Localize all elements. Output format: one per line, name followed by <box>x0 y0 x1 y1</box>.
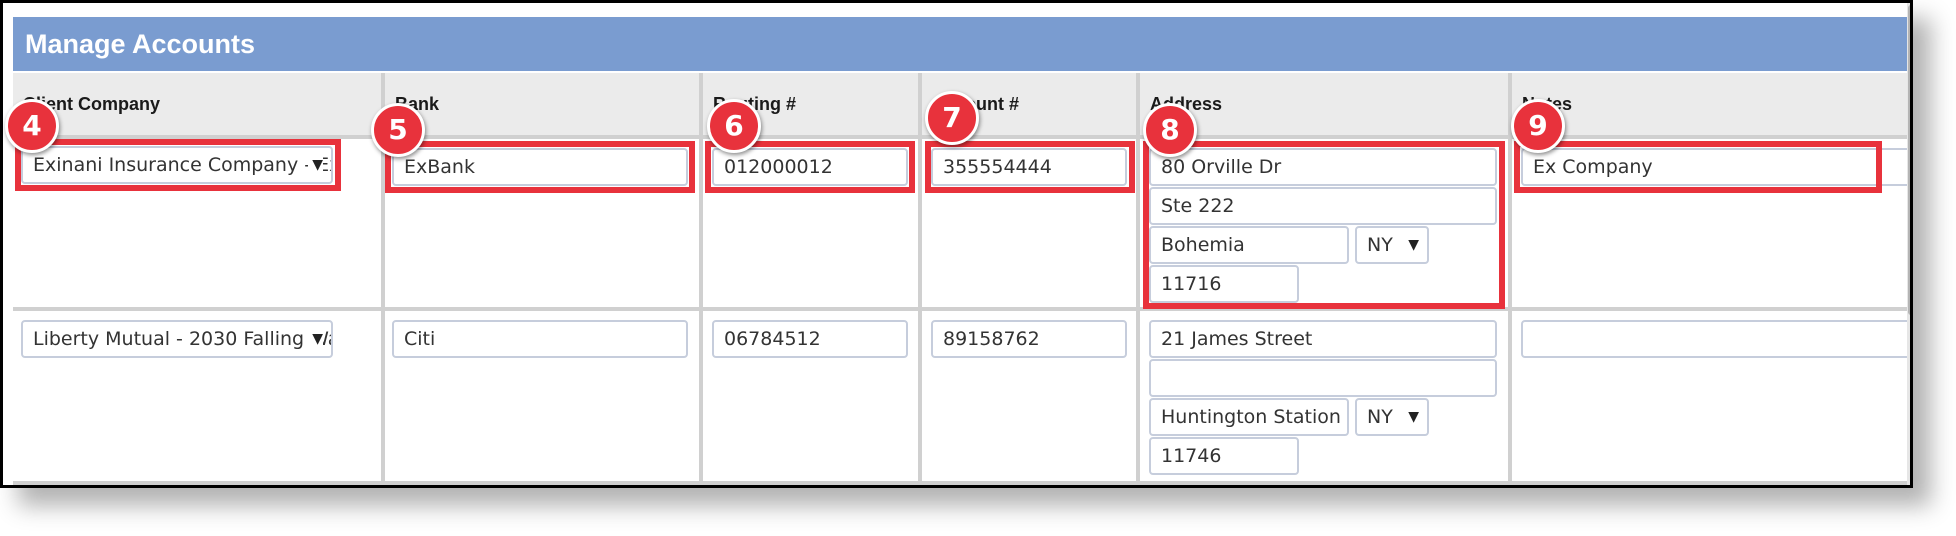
vertical-scrollbar[interactable] <box>1907 3 1910 485</box>
city-input[interactable]: Huntington Station <box>1149 398 1349 436</box>
highlight-box-account <box>925 141 1135 193</box>
highlight-box-client-company <box>15 139 341 191</box>
scrollbar-thumb[interactable] <box>1908 5 1910 315</box>
column-header-bank: Bank <box>385 73 699 135</box>
address-line1-input[interactable]: 21 James Street <box>1149 320 1497 358</box>
state-select[interactable]: NY ▼ <box>1355 398 1429 436</box>
callout-badge-4: 4 <box>5 99 59 153</box>
caret-down-icon: ▼ <box>308 322 323 356</box>
highlight-box-notes <box>1514 141 1882 193</box>
callout-badge-6: 6 <box>707 99 761 153</box>
callout-badge-9: 9 <box>1511 99 1565 153</box>
client-company-select[interactable]: Liberty Mutual - 2030 Falling Waters ▼ <box>21 320 333 358</box>
notes-input[interactable] <box>1521 320 1910 358</box>
account-input[interactable]: 89158762 <box>931 320 1127 358</box>
row-divider <box>13 307 1908 311</box>
manage-accounts-window: Manage Accounts Client Company Bank Rout… <box>0 0 1913 488</box>
caret-down-icon: ▼ <box>1404 400 1419 434</box>
row-divider <box>13 481 1908 485</box>
callout-badge-5: 5 <box>371 103 425 157</box>
bank-input[interactable]: Citi <box>392 320 688 358</box>
routing-input[interactable]: 06784512 <box>712 320 908 358</box>
page-title: Manage Accounts <box>13 17 1908 71</box>
zip-input[interactable]: 11746 <box>1149 437 1299 475</box>
highlight-box-address <box>1143 141 1505 309</box>
client-company-value: Liberty Mutual - 2030 Falling Waters <box>33 328 331 350</box>
column-header-notes: Notes <box>1512 73 1908 135</box>
callout-badge-8: 8 <box>1143 103 1197 157</box>
column-header-client-company: Client Company <box>13 73 381 135</box>
highlight-box-bank <box>385 141 695 193</box>
address-line2-input[interactable] <box>1149 359 1497 397</box>
callout-badge-7: 7 <box>925 91 979 145</box>
